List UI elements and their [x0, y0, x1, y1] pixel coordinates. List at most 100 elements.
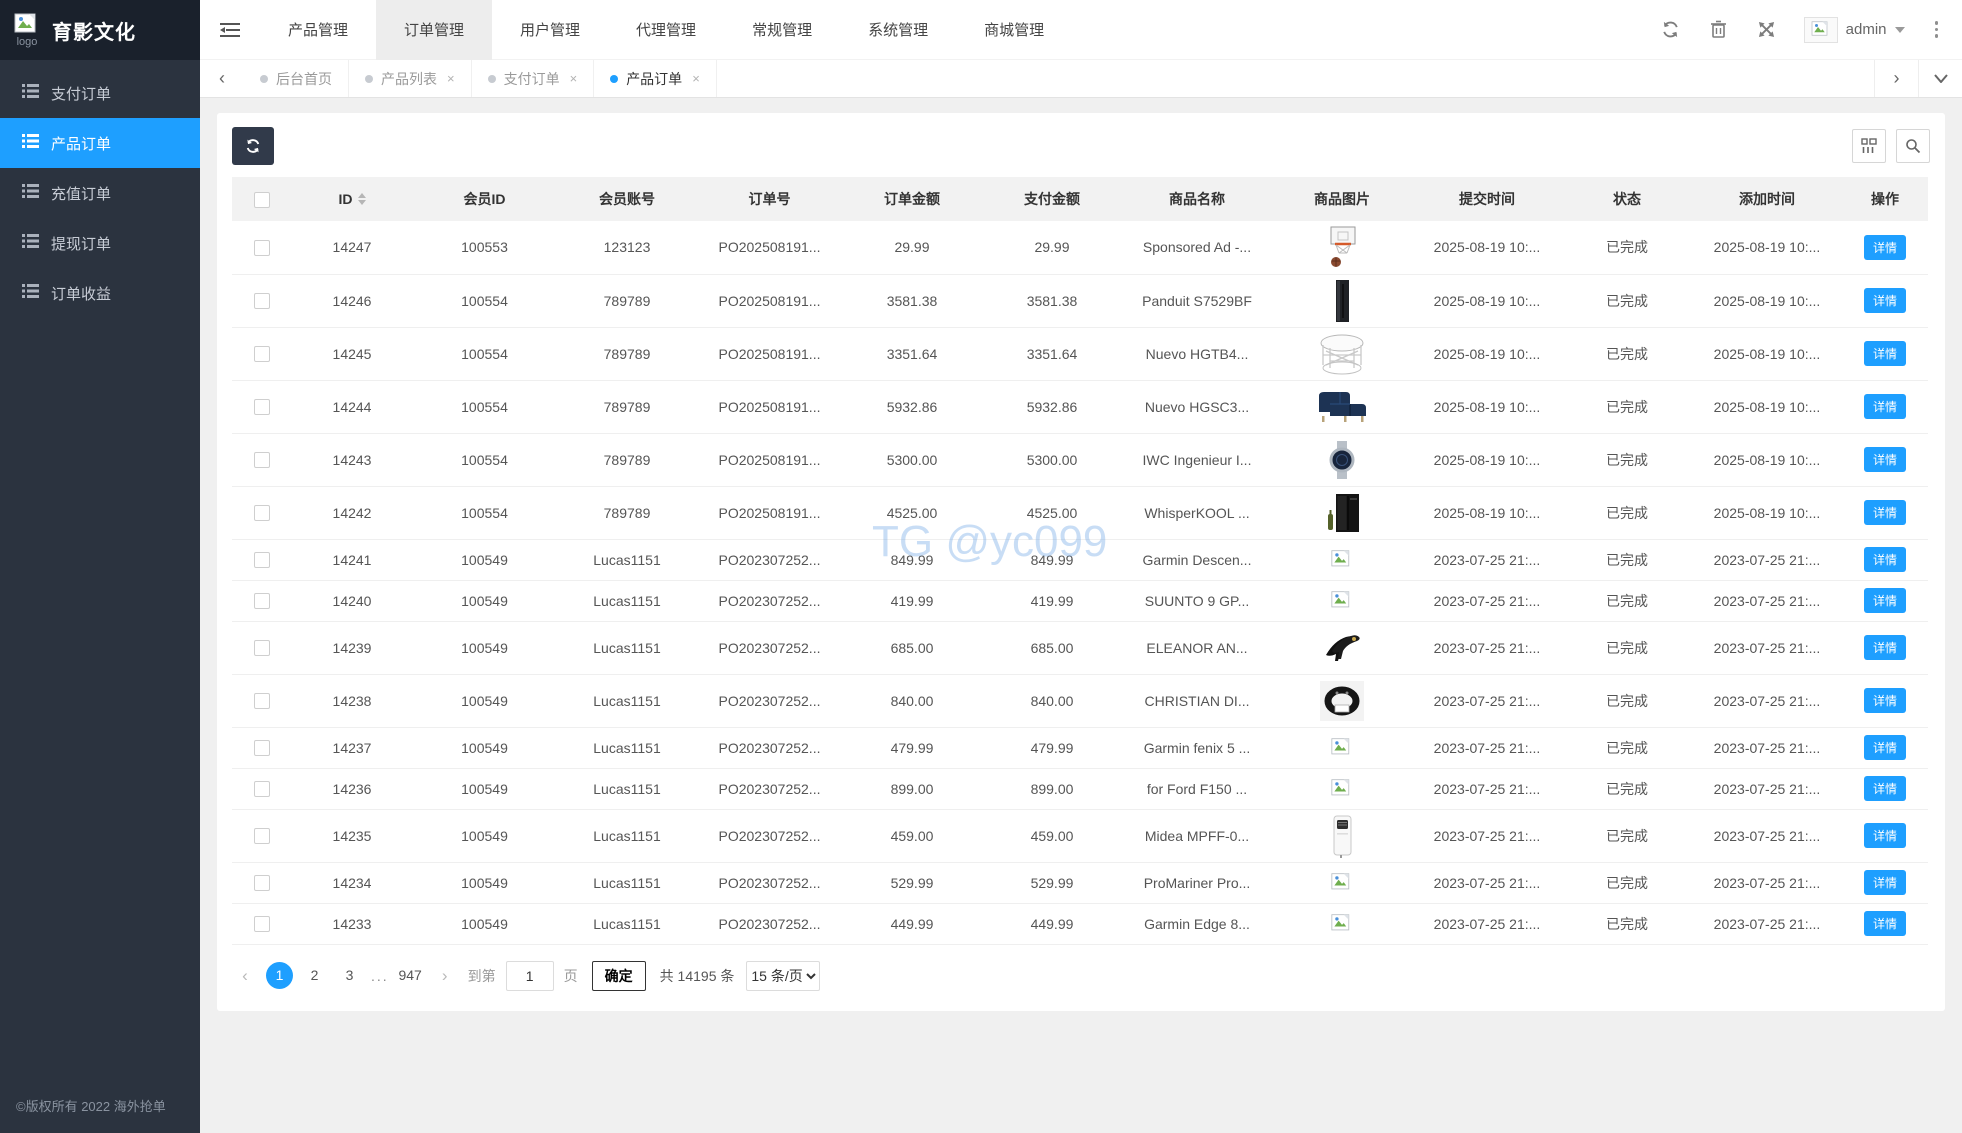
cell-amount: 5300.00 [842, 433, 982, 486]
cell-member-id: 100553 [412, 221, 557, 274]
tab[interactable]: 支付订单 × [472, 60, 595, 97]
detail-button[interactable]: 详情 [1864, 635, 1906, 660]
detail-button[interactable]: 详情 [1864, 500, 1906, 525]
confirm-button[interactable]: 确定 [592, 961, 646, 991]
product-image [1319, 278, 1365, 324]
trash-icon[interactable] [1708, 19, 1730, 41]
topnav-item[interactable]: 常规管理 [724, 0, 840, 60]
topnav-item[interactable]: 代理管理 [608, 0, 724, 60]
sidebar-item[interactable]: 订单收益 [0, 268, 200, 318]
row-checkbox[interactable] [254, 640, 270, 656]
row-checkbox[interactable] [254, 593, 270, 609]
cell-status: 已完成 [1562, 621, 1692, 674]
row-checkbox[interactable] [254, 552, 270, 568]
close-icon[interactable]: × [447, 71, 455, 86]
detail-button[interactable]: 详情 [1864, 870, 1906, 895]
select-all-checkbox[interactable] [254, 192, 270, 208]
tab[interactable]: 后台首页 [244, 60, 349, 97]
product-image [1331, 778, 1353, 800]
detail-button[interactable]: 详情 [1864, 735, 1906, 760]
next-page-icon[interactable]: › [432, 966, 458, 986]
refresh-icon[interactable] [1660, 19, 1682, 41]
user-menu[interactable]: admin [1804, 17, 1905, 43]
table-row: 14237 100549 Lucas1151 PO202307252... 47… [232, 727, 1928, 768]
prev-page-icon[interactable]: ‹ [232, 966, 258, 986]
topnav-item[interactable]: 商城管理 [956, 0, 1072, 60]
detail-button[interactable]: 详情 [1864, 394, 1906, 419]
tabs-menu-icon[interactable] [1918, 60, 1962, 97]
sidebar-item[interactable]: 支付订单 [0, 68, 200, 118]
cell-id: 14245 [292, 327, 412, 380]
close-icon[interactable]: × [570, 71, 578, 86]
table-row: 14239 100549 Lucas1151 PO202307252... 68… [232, 621, 1928, 674]
page-number[interactable]: 947 [397, 962, 424, 989]
page-size-select[interactable]: 15 条/页 [746, 961, 820, 991]
row-checkbox[interactable] [254, 828, 270, 844]
cell-order-no: PO202307252... [697, 768, 842, 809]
page-number[interactable]: 1 [266, 962, 293, 989]
detail-button[interactable]: 详情 [1864, 823, 1906, 848]
page-number[interactable]: 3 [336, 962, 363, 989]
row-checkbox[interactable] [254, 452, 270, 468]
cell-account: Lucas1151 [557, 809, 697, 862]
cell-order-no: PO202307252... [697, 539, 842, 580]
cell-member-id: 100554 [412, 380, 557, 433]
cell-id: 14244 [292, 380, 412, 433]
row-checkbox[interactable] [254, 293, 270, 309]
topnav-item[interactable]: 系统管理 [840, 0, 956, 60]
detail-button[interactable]: 详情 [1864, 235, 1906, 260]
tab[interactable]: 产品列表 × [349, 60, 472, 97]
row-checkbox[interactable] [254, 399, 270, 415]
sidebar-item[interactable]: 提现订单 [0, 218, 200, 268]
detail-button[interactable]: 详情 [1864, 776, 1906, 801]
search-icon[interactable] [1896, 129, 1930, 163]
collapse-menu-icon[interactable] [200, 0, 260, 60]
cell-product-name: Midea MPFF-0... [1122, 809, 1272, 862]
topnav-item[interactable]: 产品管理 [260, 0, 376, 60]
row-checkbox[interactable] [254, 740, 270, 756]
page-ellipsis: ... [371, 968, 389, 984]
cell-amount: 3581.38 [842, 274, 982, 327]
fullscreen-icon[interactable] [1756, 19, 1778, 41]
tabs-scroll-right-icon[interactable]: › [1874, 60, 1918, 97]
detail-button[interactable]: 详情 [1864, 688, 1906, 713]
detail-button[interactable]: 详情 [1864, 341, 1906, 366]
row-checkbox[interactable] [254, 875, 270, 891]
sidebar-item[interactable]: 产品订单 [0, 118, 200, 168]
detail-button[interactable]: 详情 [1864, 447, 1906, 472]
topnav-item[interactable]: 用户管理 [492, 0, 608, 60]
row-checkbox[interactable] [254, 346, 270, 362]
row-checkbox[interactable] [254, 240, 270, 256]
tabs-scroll-left-icon[interactable]: ‹ [200, 60, 244, 97]
cell-submit-time: 2023-07-25 21:... [1412, 903, 1562, 944]
cell-account: 789789 [557, 327, 697, 380]
row-checkbox[interactable] [254, 781, 270, 797]
cell-paid: 5932.86 [982, 380, 1122, 433]
detail-button[interactable]: 详情 [1864, 588, 1906, 613]
list-icon [22, 234, 39, 252]
detail-button[interactable]: 详情 [1864, 288, 1906, 313]
topnav-item[interactable]: 订单管理 [376, 0, 492, 60]
col-header: 会员账号 [557, 177, 697, 221]
cell-added-time: 2023-07-25 21:... [1692, 621, 1842, 674]
table-row: 14246 100554 789789 PO202508191... 3581.… [232, 274, 1928, 327]
cell-product-name: Nuevo HGTB4... [1122, 327, 1272, 380]
page-jump-input[interactable] [506, 961, 554, 991]
cell-product-name: CHRISTIAN DI... [1122, 674, 1272, 727]
row-checkbox[interactable] [254, 916, 270, 932]
sort-icon[interactable] [358, 193, 366, 205]
more-options-icon[interactable] [1931, 21, 1943, 38]
page-number[interactable]: 2 [301, 962, 328, 989]
cell-status: 已完成 [1562, 539, 1692, 580]
col-header: 支付金额 [982, 177, 1122, 221]
detail-button[interactable]: 详情 [1864, 911, 1906, 936]
table-refresh-button[interactable] [232, 127, 274, 165]
columns-toggle-button[interactable] [1852, 129, 1886, 163]
detail-button[interactable]: 详情 [1864, 547, 1906, 572]
close-icon[interactable]: × [692, 71, 700, 86]
row-checkbox[interactable] [254, 693, 270, 709]
row-checkbox[interactable] [254, 505, 270, 521]
tab[interactable]: 产品订单 × [594, 60, 717, 97]
col-header-id[interactable]: ID [292, 177, 412, 221]
sidebar-item[interactable]: 充值订单 [0, 168, 200, 218]
